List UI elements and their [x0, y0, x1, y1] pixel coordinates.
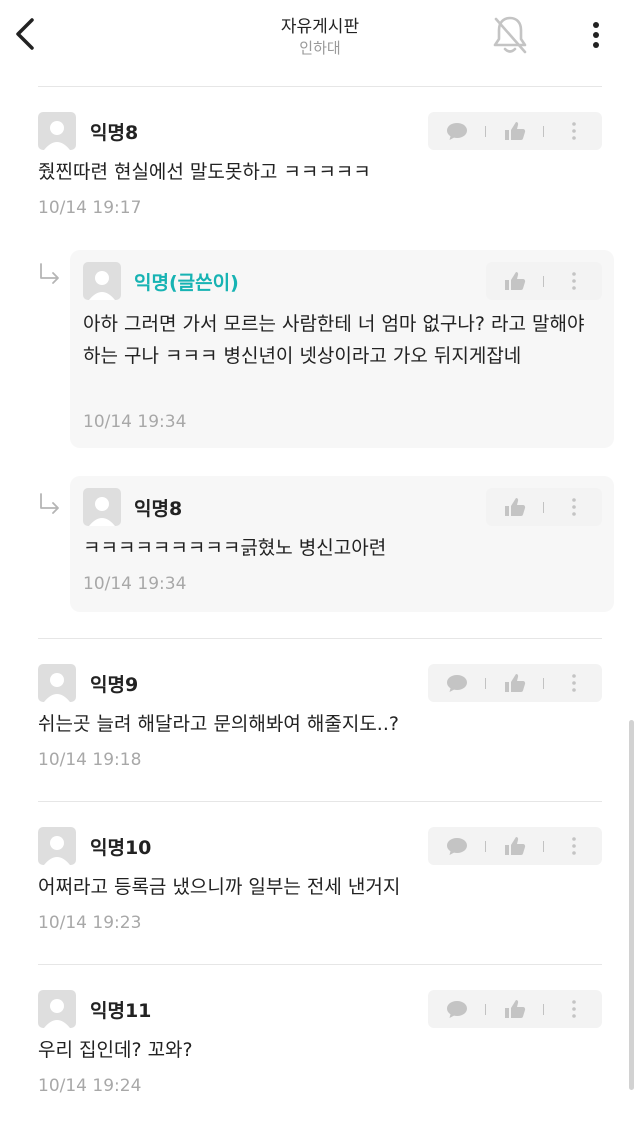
comment-author: 익명9: [90, 674, 139, 696]
comment-author-op: 익명(글쓴이): [134, 272, 239, 294]
comment-text: ㅋㅋㅋㅋㅋㅋㅋㅋㅋ긁혔노 병신고아련: [83, 537, 387, 559]
comment-author: 익명8: [90, 122, 139, 144]
comment-timestamp: 10/14 19:34: [83, 574, 187, 594]
comment-divider: [38, 638, 602, 639]
comment-actions: [428, 827, 602, 865]
more-vertical-icon[interactable]: [563, 836, 585, 856]
top-bar: 자유게시판 인하대: [0, 0, 640, 80]
avatar: [38, 664, 76, 702]
action-divider: [485, 126, 486, 137]
thumbs-up-icon[interactable]: [504, 999, 526, 1019]
comment-text: 우리 집인데? 꼬와?: [38, 1039, 193, 1061]
avatar: [38, 827, 76, 865]
comment-timestamp: 10/14 19:17: [38, 198, 142, 218]
comment-author: 익명10: [90, 837, 152, 859]
thumbs-up-icon[interactable]: [504, 497, 526, 517]
action-divider: [485, 678, 486, 689]
comment-text: 줬찐따련 현실에선 말도못하고 ㅋㅋㅋㅋㅋ: [38, 161, 371, 183]
avatar: [83, 262, 121, 300]
comment-text: 어쩌라고 등록금 냈으니까 일부는 전세 낸거지: [38, 876, 401, 898]
action-divider: [485, 1004, 486, 1015]
more-vertical-icon[interactable]: [563, 497, 585, 517]
more-options-button[interactable]: [584, 20, 608, 50]
thumbs-up-icon[interactable]: [504, 836, 526, 856]
action-divider: [543, 678, 544, 689]
thumbs-up-icon[interactable]: [504, 271, 526, 291]
comment-actions: [486, 488, 602, 526]
action-divider: [485, 841, 486, 852]
action-divider: [543, 126, 544, 137]
comment-timestamp: 10/14 19:34: [83, 412, 187, 432]
comment-divider: [38, 801, 602, 802]
action-divider: [543, 502, 544, 513]
comment-author: 익명11: [90, 1000, 152, 1022]
comment-icon[interactable]: [446, 999, 468, 1019]
notification-toggle-button[interactable]: [490, 14, 530, 56]
thumbs-up-icon[interactable]: [504, 121, 526, 141]
comment-icon[interactable]: [446, 121, 468, 141]
board-title: 자유게시판: [280, 17, 360, 37]
more-vertical-icon[interactable]: [563, 999, 585, 1019]
school-name: 인하대: [299, 39, 341, 57]
avatar: [38, 112, 76, 150]
comment-icon[interactable]: [446, 836, 468, 856]
bell-off-icon: [493, 16, 527, 54]
reply-comment: 익명(글쓴이) 아하 그러면 가서 모르는 사람한테 너 엄마 없구나? 라고 …: [70, 250, 614, 448]
action-divider: [543, 841, 544, 852]
comment-timestamp: 10/14 19:24: [38, 1076, 142, 1096]
action-divider: [543, 1004, 544, 1015]
more-vertical-icon[interactable]: [563, 673, 585, 693]
reply-arrow-icon: [40, 493, 59, 514]
reply-comment: 익명8 ㅋㅋㅋㅋㅋㅋㅋㅋㅋ긁혔노 병신고아련 10/14 19:34: [70, 476, 614, 612]
thumbs-up-icon[interactable]: [504, 673, 526, 693]
comment-text: 아하 그러면 가서 모르는 사람한테 너 엄마 없구나? 라고 말해야 하는 구…: [83, 313, 585, 367]
comment-icon[interactable]: [446, 673, 468, 693]
more-vertical-icon[interactable]: [563, 121, 585, 141]
action-divider: [543, 276, 544, 287]
reply-arrow-icon: [40, 263, 59, 284]
comment-divider: [38, 964, 602, 965]
scrollbar[interactable]: [629, 720, 634, 1090]
comment-actions: [428, 664, 602, 702]
comment-timestamp: 10/14 19:18: [38, 750, 142, 770]
more-vertical-icon: [593, 22, 599, 48]
comment-author: 익명8: [134, 498, 183, 520]
comment-timestamp: 10/14 19:23: [38, 913, 142, 933]
more-vertical-icon[interactable]: [563, 271, 585, 291]
avatar: [38, 990, 76, 1028]
comment-actions: [428, 990, 602, 1028]
comment-actions: [428, 112, 602, 150]
comment-text: 쉬는곳 늘려 해달라고 문의해봐여 해줄지도..?: [38, 713, 399, 735]
avatar: [83, 488, 121, 526]
comment-actions: [486, 262, 602, 300]
header-divider: [38, 86, 602, 87]
